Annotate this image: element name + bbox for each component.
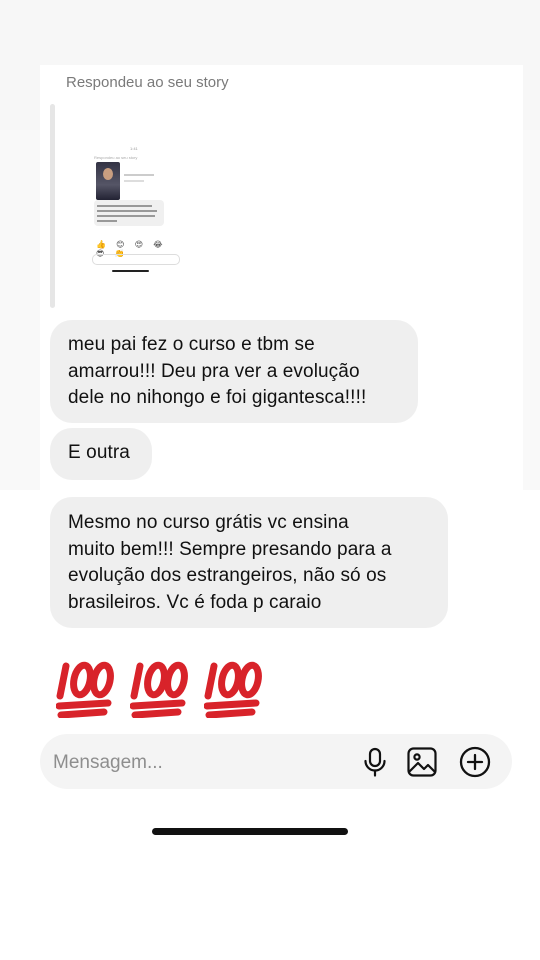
message-line: muito bem!!! Sempre presando para a: [68, 538, 392, 560]
story-preview-line: [124, 174, 154, 176]
image-icon[interactable]: [405, 745, 439, 779]
story-preview[interactable]: 1:41 Respondeu ao seu story 👍 😊 😍 😂 😎 👏: [84, 140, 184, 275]
story-preview-text-line: [97, 215, 155, 217]
story-preview-subtitle: Respondeu ao seu story: [94, 155, 138, 160]
story-preview-time: 1:41: [130, 146, 138, 151]
story-preview-text-line: [97, 210, 157, 212]
story-preview-text-line: [97, 220, 117, 222]
story-quote-bar: [50, 104, 55, 308]
story-preview-face: [103, 168, 113, 180]
message-bubble[interactable]: E outra: [50, 428, 152, 480]
story-reply-label: Respondeu ao seu story: [66, 74, 229, 91]
message-composer: [40, 734, 512, 789]
story-preview-text-line: [97, 205, 152, 207]
message-line: meu pai fez o curso e tbm se: [68, 334, 315, 355]
message-line: brasileiros. Vc é foda p caraio: [68, 591, 322, 613]
home-indicator: [152, 828, 348, 835]
hundred-points-icon: [204, 652, 264, 718]
message-line: E outra: [68, 442, 130, 463]
message-bubble[interactable]: Mesmo no curso grátis vc ensina muito be…: [50, 497, 448, 628]
story-preview-input: [92, 254, 180, 265]
background-left: [0, 130, 40, 490]
microphone-icon[interactable]: [358, 745, 392, 779]
story-preview-bubble: [94, 200, 164, 226]
background-right: [523, 130, 540, 490]
message-bubble[interactable]: meu pai fez o curso e tbm se amarrou!!! …: [50, 320, 418, 423]
hundred-points-icon: [56, 652, 116, 718]
add-circle-icon[interactable]: [458, 745, 492, 779]
message-line: dele no nihongo e foi gigantesca!!!!: [68, 387, 367, 408]
message-line: Mesmo no curso grátis vc ensina: [68, 512, 349, 533]
message-input[interactable]: [51, 749, 335, 777]
message-line: amarrou!!! Deu pra ver a evolução: [68, 360, 360, 382]
message-line: evolução dos estrangeiros, não só os: [68, 565, 387, 586]
story-preview-line: [124, 180, 144, 182]
story-preview-photo: [96, 162, 120, 200]
hundred-emoji-row[interactable]: [56, 652, 264, 720]
hundred-points-icon: [130, 652, 190, 718]
story-preview-home-indicator: [112, 270, 149, 272]
